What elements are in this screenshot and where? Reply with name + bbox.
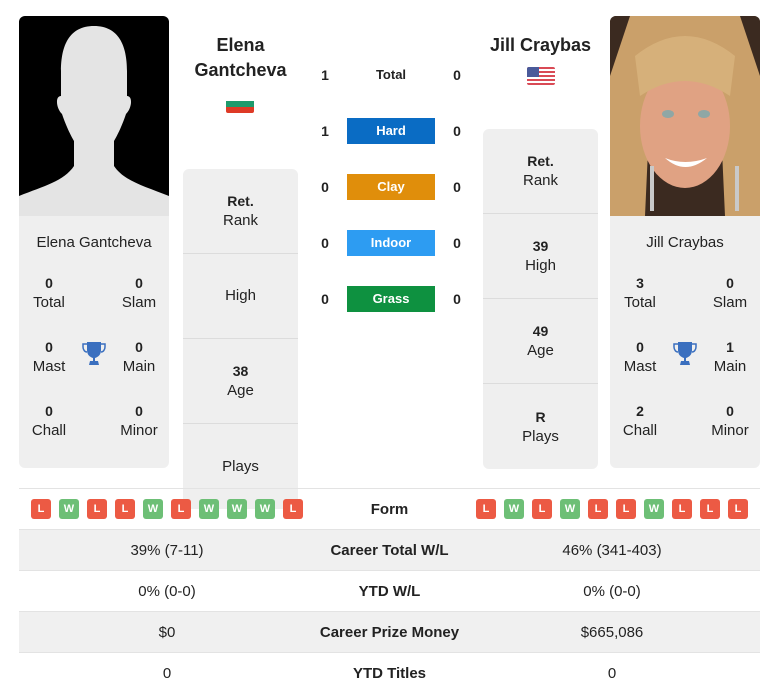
player2-titles: 3 Total 0 Slam 0 Mast 1 Main 2 Chall 0 M… [610,273,760,463]
comparison-table: LWLLWLWWWL Form LWLWLLWLLL 39% (7-11) Ca… [19,488,760,694]
titles-total: 0 Total [33,275,65,311]
player-portrait-icon [610,16,760,216]
titles-chall: 2 Chall [622,403,658,439]
ytd-titles-row: 0 YTD Titles 0 [19,653,760,694]
stat-rank: Ret. Rank [483,129,598,214]
h2h-total: 1 Total 0 [321,67,461,83]
form-result-badge[interactable]: L [31,499,51,519]
usa-flag-icon [527,67,555,85]
player1-stats: Ret. Rank High 38 Age Plays [183,169,298,509]
titles-mast: 0 Mast [623,339,657,375]
stat-plays: R Plays [522,408,559,445]
player1-career-wl: 39% (7-11) [130,541,204,559]
form-result-badge[interactable]: L [87,499,107,519]
row-label: Career Prize Money [319,623,460,641]
form-result-badge[interactable]: W [504,499,524,519]
form-result-badge[interactable]: L [283,499,303,519]
form-result-badge[interactable]: W [560,499,580,519]
form-result-badge[interactable]: W [199,499,219,519]
stat-age: 49 Age [483,299,598,384]
form-row: LWLLWLWWWL Form LWLWLLWLLL [19,489,760,530]
titles-mast: 0 Mast [32,339,66,375]
stat-rank: Ret. Rank [183,169,298,254]
player2-prize-money: $665,086 [580,623,644,641]
surface-hard-badge[interactable]: Hard [347,118,435,144]
player2-stats: Ret. Rank 39 High 49 Age R Plays [483,129,598,469]
player1-card-name[interactable]: Elena Gantcheva [19,234,169,251]
form-result-badge[interactable]: L [616,499,636,519]
player2-ytd-titles: 0 [607,665,617,682]
form-result-badge[interactable]: W [227,499,247,519]
player2-card: Jill Craybas 3 Total 0 Slam 0 Mast 1 Mai… [610,16,760,468]
h2h-indoor: 0 Indoor 0 [310,230,472,256]
player1-card: Elena Gantcheva 0 Total 0 Slam 0 Mast 0 … [19,16,169,468]
player1-prize-money: $0 [158,623,176,641]
titles-minor: 0 Minor [711,403,749,439]
player1-ytd-titles: 0 [162,665,172,682]
form-result-badge[interactable]: L [728,499,748,519]
form-result-badge[interactable]: W [644,499,664,519]
row-label: Career Total W/L [330,541,449,559]
bulgaria-flag-icon [226,95,254,113]
ytd-wl-row: 0% (0-0) YTD W/L 0% (0-0) [19,571,760,612]
titles-main: 1 Main [713,339,747,375]
titles-main: 0 Main [122,339,156,375]
row-label: YTD W/L [358,582,421,600]
h2h-hard: 1 Hard 0 [310,118,472,144]
form-result-badge[interactable]: L [588,499,608,519]
silhouette-icon [19,26,169,216]
form-result-badge[interactable]: L [700,499,720,519]
player1-photo[interactable] [19,16,169,216]
form-result-badge[interactable]: W [59,499,79,519]
row-label: Form [370,500,409,518]
surface-clay-badge[interactable]: Clay [347,174,435,200]
h2h-grass: 0 Grass 0 [310,286,472,312]
player2-photo[interactable] [610,16,760,216]
player2-form: LWLWLLWLLL [464,499,760,519]
trophy-icon [673,342,697,365]
titles-total: 3 Total [624,275,656,311]
form-result-badge[interactable]: W [255,499,275,519]
career-wl-row: 39% (7-11) Career Total W/L 46% (341-403… [19,530,760,571]
player2-title[interactable]: Jill Craybas [483,33,598,58]
form-result-badge[interactable]: W [143,499,163,519]
surface-grass-badge[interactable]: Grass [347,286,435,312]
player1-form: LWLLWLWWWL [19,499,315,519]
form-result-badge[interactable]: L [115,499,135,519]
form-result-badge[interactable]: L [171,499,191,519]
player1-titles: 0 Total 0 Slam 0 Mast 0 Main 0 Chall 0 M… [19,273,169,463]
form-result-badge[interactable]: L [476,499,496,519]
player1-title[interactable]: Elena Gantcheva [183,33,298,83]
titles-slam: 0 Slam [121,275,157,311]
h2h-clay: 0 Clay 0 [310,174,472,200]
player1-ytd-wl: 0% (0-0) [138,582,196,600]
trophy-icon [82,342,106,365]
stat-age: 38 Age [183,339,298,424]
titles-slam: 0 Slam [712,275,748,311]
player2-career-wl: 46% (341-403) [562,541,662,559]
stat-high: High [183,254,298,339]
titles-minor: 0 Minor [120,403,158,439]
form-result-badge[interactable]: L [672,499,692,519]
row-label: YTD Titles [352,665,427,682]
player2-card-name[interactable]: Jill Craybas [610,234,760,251]
player2-ytd-wl: 0% (0-0) [583,582,641,600]
titles-chall: 0 Chall [31,403,67,439]
form-result-badge[interactable]: L [532,499,552,519]
stat-high: 39 High [483,214,598,299]
prize-money-row: $0 Career Prize Money $665,086 [19,612,760,653]
surface-indoor-badge[interactable]: Indoor [347,230,435,256]
